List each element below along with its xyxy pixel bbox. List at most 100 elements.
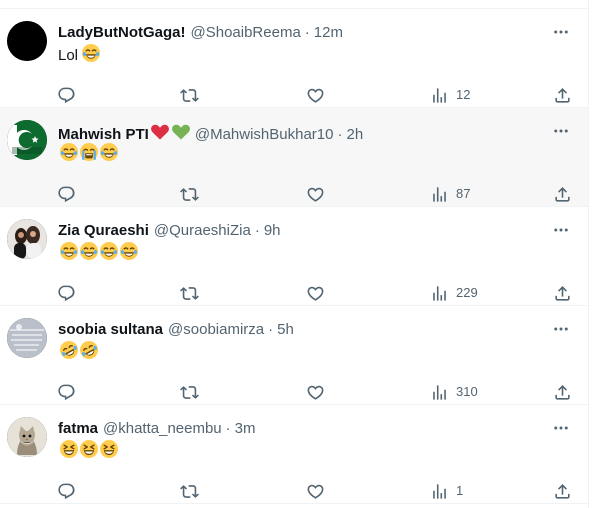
- display-name[interactable]: Zia Quraeshi: [58, 221, 149, 241]
- tweet-item[interactable]: LadyButNotGaga! @ShoaibReema · 12m Lol 1…: [0, 9, 588, 108]
- black-circle-avatar-image: [7, 21, 47, 61]
- timestamp[interactable]: 5h: [277, 320, 294, 340]
- reply-button[interactable]: [57, 79, 76, 111]
- avatar[interactable]: [7, 318, 47, 358]
- avatar[interactable]: [7, 417, 47, 457]
- like-button[interactable]: [306, 376, 325, 408]
- reply-button[interactable]: [57, 475, 76, 507]
- retweet-icon: [180, 88, 199, 102]
- views-icon: [433, 186, 446, 202]
- tweet-emojis: [59, 241, 139, 267]
- more-options-button[interactable]: [548, 217, 574, 243]
- tweet-emojis: [59, 142, 119, 168]
- user-handle[interactable]: @QuraeshiZia: [154, 221, 251, 241]
- views-button[interactable]: 12: [430, 79, 470, 111]
- timestamp[interactable]: 9h: [264, 221, 281, 241]
- avatar[interactable]: [7, 219, 47, 259]
- separator-dot: ·: [304, 24, 310, 41]
- tweet-actions: 12: [58, 79, 576, 111]
- display-name[interactable]: LadyButNotGaga!: [58, 23, 186, 43]
- more-options-button[interactable]: [548, 415, 574, 441]
- retweet-button[interactable]: [180, 178, 199, 210]
- tweet-actions: 310: [58, 376, 576, 408]
- tweet-item[interactable]: soobia sultana @soobiamirza · 5h 310: [0, 306, 588, 405]
- share-button[interactable]: [553, 376, 572, 408]
- retweet-button[interactable]: [180, 79, 199, 111]
- share-icon: [555, 483, 570, 499]
- user-handle[interactable]: @ShoaibReema: [191, 23, 301, 43]
- top-divider: [0, 0, 588, 9]
- retweet-button[interactable]: [180, 475, 199, 507]
- share-icon: [555, 285, 570, 301]
- more-options-button[interactable]: [548, 118, 574, 144]
- green-heart-emoji: [171, 122, 191, 148]
- display-name[interactable]: soobia sultana: [58, 320, 163, 340]
- share-button[interactable]: [553, 178, 572, 210]
- timestamp[interactable]: 3m: [235, 419, 256, 439]
- share-button[interactable]: [553, 79, 572, 111]
- like-icon: [307, 385, 324, 400]
- share-icon: [555, 87, 570, 103]
- reply-button[interactable]: [57, 178, 76, 210]
- share-button[interactable]: [553, 277, 572, 309]
- views-icon: [433, 384, 446, 400]
- like-button[interactable]: [306, 277, 325, 309]
- share-button[interactable]: [553, 475, 572, 507]
- more-options-button[interactable]: [548, 316, 574, 342]
- tweet-emojis: [59, 439, 119, 465]
- views-button[interactable]: 1: [430, 475, 463, 507]
- more-horizontal-icon: [554, 129, 568, 133]
- display-name[interactable]: fatma: [58, 419, 98, 439]
- face-with-tears-of-joy-emoji: [119, 242, 139, 265]
- tweet-item[interactable]: Mahwish PTI @MahwishBukhar10 · 2h 87: [0, 108, 588, 207]
- reply-icon: [58, 384, 75, 400]
- reply-icon: [58, 87, 75, 103]
- grinning-squinting-face-emoji: [99, 440, 119, 463]
- like-button[interactable]: [306, 79, 325, 111]
- text-graphic-avatar-image: [7, 318, 47, 358]
- reply-button[interactable]: [57, 277, 76, 309]
- more-options-button[interactable]: [548, 19, 574, 45]
- timestamp[interactable]: 12m: [314, 23, 343, 43]
- views-button[interactable]: 229: [430, 277, 478, 309]
- reply-button[interactable]: [57, 376, 76, 408]
- separator-dot: ·: [268, 321, 274, 338]
- face-with-tears-of-joy-emoji: [59, 242, 79, 265]
- user-handle[interactable]: @soobiamirza: [168, 320, 264, 340]
- tweet-emojis: [81, 43, 101, 69]
- separator-dot: ·: [225, 420, 231, 437]
- tweet-text: [58, 340, 99, 366]
- like-button[interactable]: [306, 475, 325, 507]
- tweet-item[interactable]: Zia Quraeshi @QuraeshiZia · 9h 229: [0, 207, 588, 306]
- tweet-header: Zia Quraeshi @QuraeshiZia · 9h: [58, 221, 281, 241]
- face-with-tears-of-joy-emoji: [59, 143, 79, 166]
- retweet-button[interactable]: [180, 376, 199, 408]
- user-handle[interactable]: @khatta_neembu: [103, 419, 222, 439]
- tweet-header: soobia sultana @soobiamirza · 5h: [58, 320, 294, 340]
- tweet-item[interactable]: fatma @khatta_neembu · 3m 1: [0, 405, 588, 504]
- avatar[interactable]: [7, 120, 47, 160]
- timestamp[interactable]: 2h: [346, 125, 363, 145]
- views-button[interactable]: 310: [430, 376, 478, 408]
- tweet-header: fatma @khatta_neembu · 3m: [58, 419, 256, 439]
- face-with-tears-of-joy-emoji: [99, 143, 119, 166]
- views-button[interactable]: 87: [430, 178, 470, 210]
- reply-icon: [58, 186, 75, 202]
- face-with-tears-of-joy-emoji: [99, 242, 119, 265]
- like-button[interactable]: [306, 178, 325, 210]
- views-count: 310: [456, 384, 478, 399]
- red-heart-emoji: [150, 122, 170, 148]
- more-horizontal-icon: [554, 327, 568, 331]
- tweet-actions: 1: [58, 475, 576, 507]
- avatar[interactable]: [7, 21, 47, 61]
- people-photo-avatar-image: [7, 219, 47, 259]
- tweet-actions: 229: [58, 277, 576, 309]
- tweet-text: [58, 439, 119, 465]
- rolling-on-floor-laughing-emoji: [79, 341, 99, 364]
- like-icon: [307, 286, 324, 301]
- tweet-text: [58, 142, 119, 168]
- retweet-button[interactable]: [180, 277, 199, 309]
- separator-dot: ·: [254, 222, 260, 239]
- user-handle[interactable]: @MahwishBukhar10: [195, 125, 334, 145]
- face-with-tears-of-joy-emoji: [79, 242, 99, 265]
